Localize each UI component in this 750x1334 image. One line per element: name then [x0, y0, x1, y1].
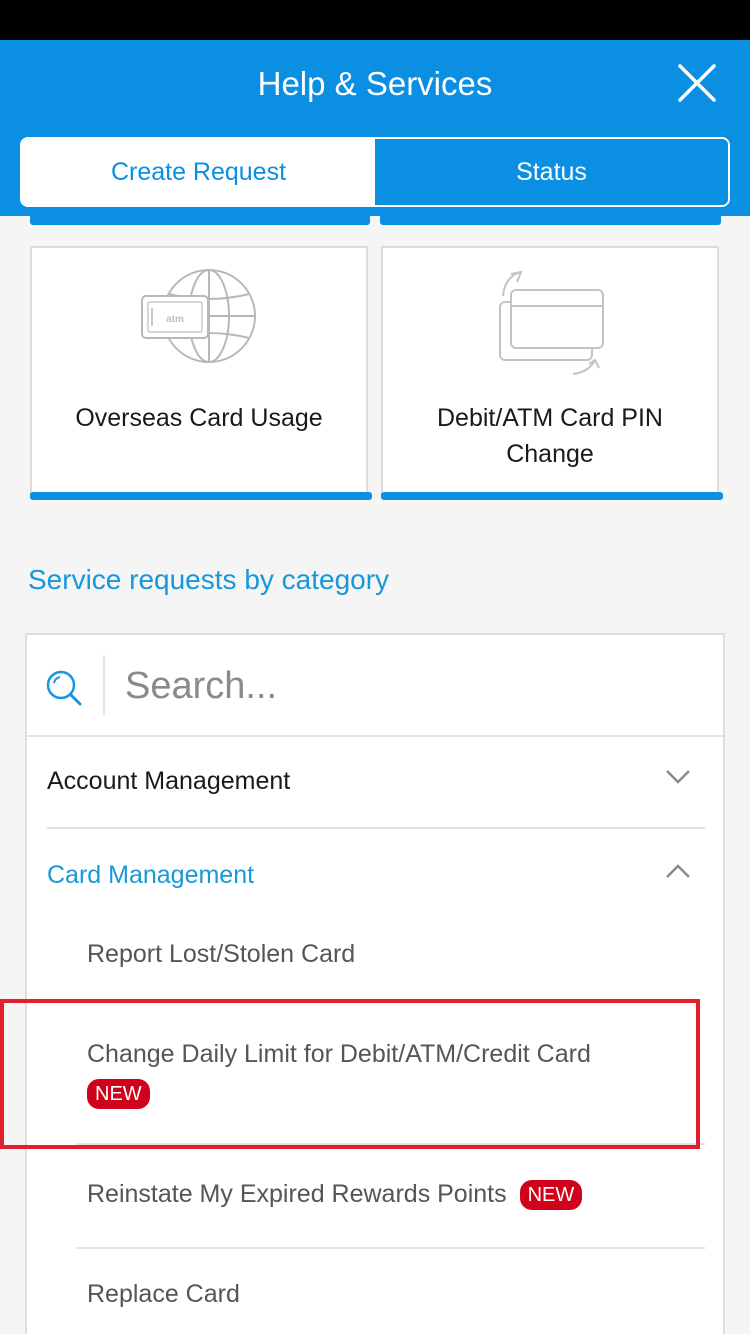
card-swap-icon [485, 268, 615, 383]
close-button[interactable] [674, 60, 720, 106]
tile-accent-bar [30, 216, 370, 225]
main-content: atm Overseas Card Usage Debit/ATM Card P… [0, 216, 750, 1334]
divider [77, 1143, 705, 1145]
tile-accent-bar [381, 492, 723, 500]
page-title: Help & Services [257, 65, 493, 102]
tile-accent-bar [30, 492, 372, 500]
section-title: Service requests by category [28, 564, 390, 595]
chevron-up-icon [665, 863, 691, 884]
tile-label: Overseas Card Usage [75, 404, 323, 432]
tile-pin-change[interactable]: Debit/ATM Card PIN Change [381, 246, 723, 500]
chevron-down-icon [665, 769, 691, 790]
atm-card-globe-icon: atm [134, 268, 264, 373]
tile-accent-bar [380, 216, 721, 225]
tile-overseas-card-usage[interactable]: atm Overseas Card Usage [30, 246, 372, 500]
tab-status[interactable]: Status [375, 139, 728, 205]
category-card-management[interactable]: Card Management [47, 829, 705, 921]
tile-label: Debit/ATM Card PIN Change [437, 404, 663, 468]
list-item-label: Report Lost/Stolen Card [87, 940, 356, 968]
status-bar [0, 0, 750, 40]
category-account-management[interactable]: Account Management [47, 735, 705, 827]
category-label: Account Management [47, 767, 291, 795]
search-input[interactable] [123, 657, 687, 715]
search-icon[interactable] [45, 669, 83, 712]
category-panel: Account Management Card Management Repor… [25, 633, 725, 1334]
request-tabs: Create Request Status [20, 137, 730, 207]
tab-create-request[interactable]: Create Request [22, 139, 375, 205]
search-bar [27, 635, 723, 737]
category-label: Card Management [47, 861, 255, 889]
list-item-label: Change Daily Limit for Debit/ATM/Credit … [87, 1040, 591, 1068]
new-badge: NEW [519, 1180, 583, 1211]
list-item-label: Reinstate My Expired Rewards Points [87, 1180, 507, 1208]
atm-icon-text: atm [166, 314, 184, 325]
search-divider [103, 655, 105, 715]
list-item-replace-card[interactable]: Replace Card [87, 1275, 697, 1313]
close-icon [678, 64, 716, 102]
divider [77, 1247, 705, 1249]
list-item-report-lost-stolen[interactable]: Report Lost/Stolen Card [87, 935, 697, 973]
list-item-change-daily-limit[interactable]: Change Daily Limit for Debit/ATM/Credit … [87, 1035, 697, 1111]
header: Help & Services Create Request Status [0, 40, 750, 216]
list-item-label: Replace Card [87, 1280, 240, 1308]
new-badge: NEW [87, 1079, 150, 1110]
list-item-reinstate-rewards[interactable]: Reinstate My Expired Rewards Points NEW [87, 1175, 697, 1213]
